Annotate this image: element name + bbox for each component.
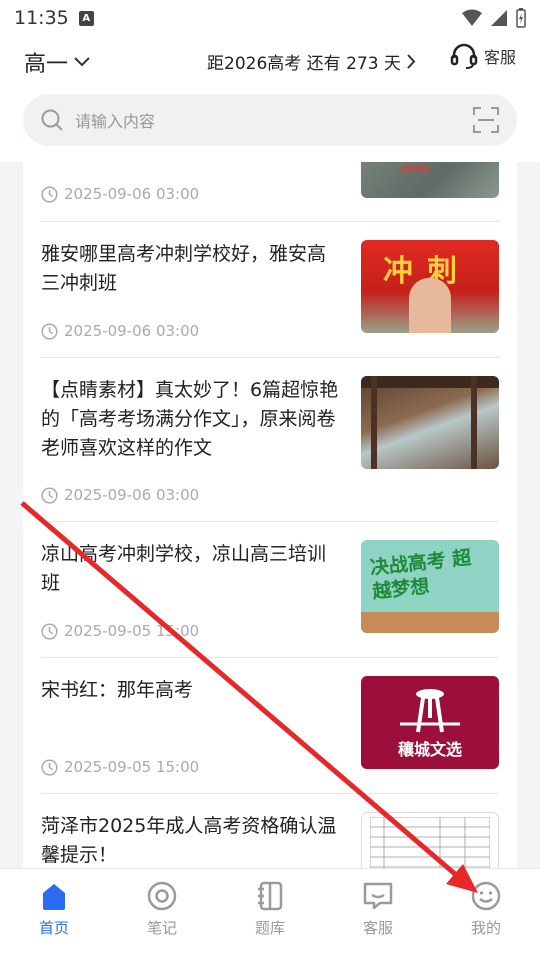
status-time: 11:35 [14, 7, 69, 29]
item-title: 【点睛素材】真太妙了！6篇超惊艳的「高考考场满分作文」，原来阅卷老师喜欢这样的作… [41, 379, 339, 459]
clock-icon [41, 322, 58, 340]
grade-label: 高一 [24, 52, 69, 77]
top-header: 高一 距2026高考 还有 273 天 客服 请输入内容 [0, 36, 540, 162]
chevron-right-icon [407, 54, 416, 69]
item-date-row: 2025-09-06 03:00 [41, 486, 199, 504]
clock-icon [41, 486, 58, 504]
tower-logo-icon [400, 689, 460, 733]
clock-icon [41, 758, 58, 776]
search-icon [41, 109, 63, 131]
item-thumbnail [361, 376, 499, 469]
list-item[interactable]: 菏泽市2025年成人高考资格确认温馨提示！ [41, 794, 499, 868]
item-date-row: 2025-09-05 15:00 [41, 622, 199, 640]
list-item[interactable]: 【点睛素材】真太妙了！6篇超惊艳的「高考考场满分作文」，原来阅卷老师喜欢这样的作… [41, 358, 499, 522]
grade-selector[interactable]: 高一 [24, 46, 90, 78]
list-item[interactable]: 宋书红：那年高考 2025-09-05 15:00 穰城文选 [41, 658, 499, 794]
smile-icon [471, 881, 501, 911]
tab-label: 首页 [38, 919, 69, 937]
thumb-caption: 决战高考 超越梦想 [368, 546, 473, 604]
item-thumbnail [361, 162, 499, 198]
list-item[interactable]: 雅安哪里高考冲刺学校好，雅安高三冲刺班 2025-09-06 03:00 冲刺 [41, 222, 499, 358]
app-notification-icon: A [78, 10, 94, 26]
kefu-label: 客服 [484, 48, 517, 67]
item-thumbnail: 决战高考 超越梦想 [361, 540, 499, 633]
list-item[interactable]: 凉山高考冲刺学校，凉山高三培训班 2025-09-05 15:00 决战高考 超… [41, 522, 499, 658]
list-item[interactable]: 2025-09-06 03:00 [41, 162, 499, 222]
notes-icon [147, 881, 177, 911]
item-date-row: 2025-09-05 15:00 [41, 758, 199, 776]
clock-icon [41, 185, 58, 203]
tab-label: 客服 [362, 919, 393, 937]
customer-service-button[interactable]: 客服 [450, 42, 516, 70]
battery-icon [516, 8, 526, 28]
item-date: 2025-09-05 15:00 [64, 758, 200, 776]
item-date: 2025-09-05 15:00 [64, 622, 200, 640]
chevron-down-icon [74, 57, 90, 67]
tab-label: 题库 [254, 919, 285, 937]
bottom-nav: 首页 笔记 题库 客服 我的 [0, 868, 540, 960]
tab-question-bank[interactable]: 题库 [216, 869, 324, 960]
item-title: 菏泽市2025年成人高考资格确认温馨提示！ [41, 815, 337, 866]
tab-service[interactable]: 客服 [324, 869, 432, 960]
question-bank-icon [258, 881, 283, 911]
item-date-row: 2025-09-06 03:00 [41, 185, 199, 203]
tab-mine[interactable]: 我的 [432, 869, 540, 960]
item-thumbnail [361, 812, 499, 868]
wifi-icon [462, 9, 482, 26]
signal-icon [491, 10, 507, 26]
home-icon [43, 884, 65, 910]
document-table-icon [370, 817, 490, 868]
tab-notes[interactable]: 笔记 [108, 869, 216, 960]
tab-label: 我的 [470, 919, 501, 937]
clock-icon [41, 622, 58, 640]
item-title: 雅安哪里高考冲刺学校好，雅安高三冲刺班 [41, 243, 327, 294]
scan-icon[interactable] [473, 107, 499, 133]
search-bar[interactable]: 请输入内容 [23, 94, 517, 146]
item-title: 凉山高考冲刺学校，凉山高三培训班 [41, 543, 327, 594]
headset-icon [450, 43, 478, 69]
item-date: 2025-09-06 03:00 [64, 185, 200, 203]
item-thumbnail: 穰城文选 [361, 676, 499, 769]
article-list: 2025-09-06 03:00 雅安哪里高考冲刺学校好，雅安高三冲刺班 202… [23, 162, 517, 868]
item-date: 2025-09-06 03:00 [64, 322, 200, 340]
countdown-text: 距2026高考 还有 273 天 [207, 54, 401, 74]
search-input[interactable]: 请输入内容 [75, 108, 155, 132]
item-date-row: 2025-09-06 03:00 [41, 322, 199, 340]
tab-home[interactable]: 首页 [0, 869, 108, 960]
status-bar: 11:35 A [0, 0, 540, 36]
chat-icon [363, 882, 393, 910]
item-title: 宋书红：那年高考 [41, 679, 194, 701]
tab-label: 笔记 [146, 919, 177, 937]
item-thumbnail: 冲刺 [361, 240, 499, 333]
exam-countdown[interactable]: 距2026高考 还有 273 天 [207, 49, 416, 74]
thumb-caption: 穰城文选 [397, 740, 462, 759]
item-date: 2025-09-06 03:00 [64, 486, 200, 504]
